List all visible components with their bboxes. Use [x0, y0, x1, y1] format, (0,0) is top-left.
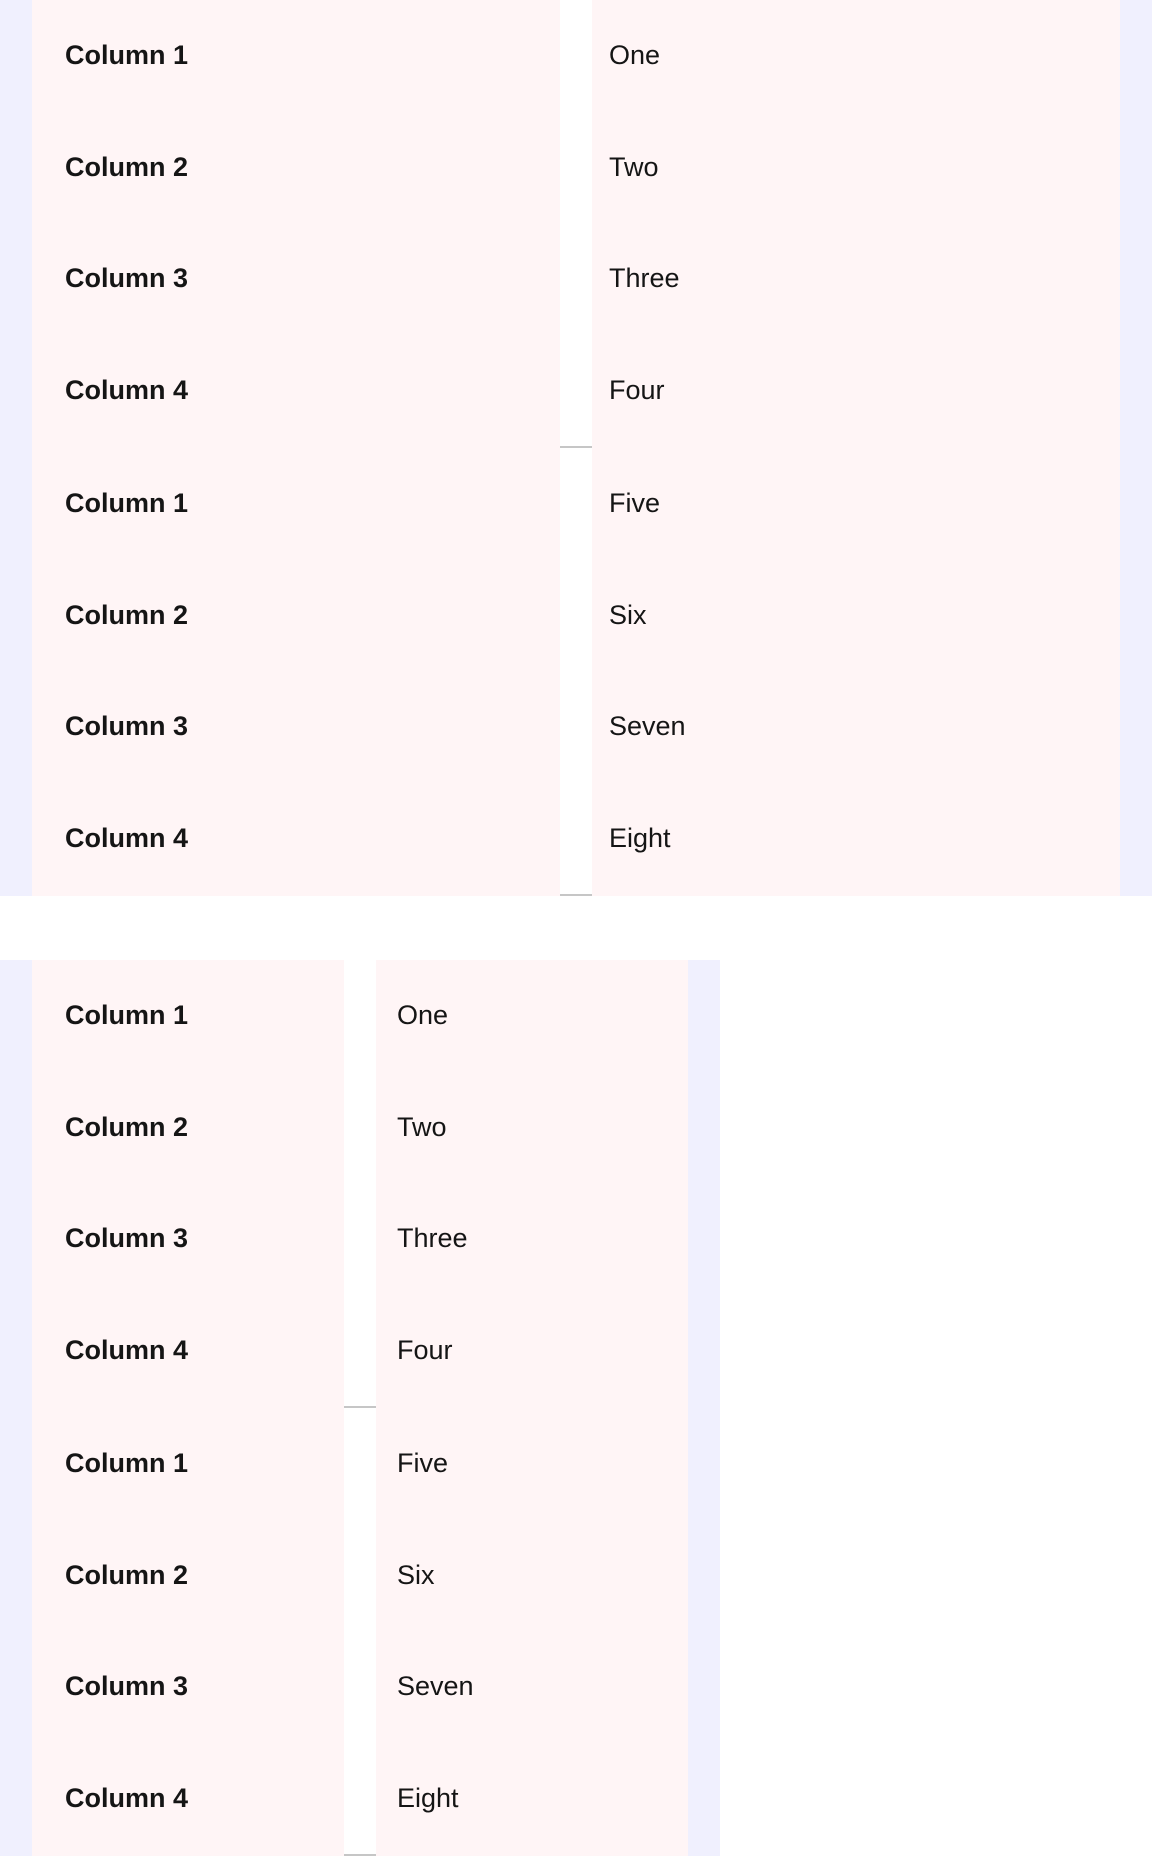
row-value: Two	[397, 1111, 447, 1142]
row-value: One	[609, 40, 661, 71]
table-row: Column 4 Eight	[32, 783, 1120, 895]
table-row: Column 3 Seven	[32, 671, 1120, 783]
table-row-group: Column 1 Five Column 2 Six Column 3 Seven C…	[32, 448, 1120, 896]
table-row: Column 3 Seven	[32, 1631, 688, 1743]
row-header: Column 4	[65, 1334, 189, 1365]
row-header: Column 4	[65, 1782, 189, 1813]
row-header: Column 3	[65, 1671, 189, 1702]
row-value: Seven	[609, 711, 686, 742]
grid-table-narrow: Column 1 One Column 2 Two Column 3 Three Co…	[0, 960, 720, 1856]
row-header: Column 4	[65, 822, 189, 853]
table-row: Column 1 One	[32, 960, 688, 1072]
row-value: Eight	[609, 822, 671, 853]
table-row: Column 2 Two	[32, 1072, 688, 1184]
table-row: Column 1 Five	[32, 1408, 688, 1520]
table-row-group: Column 1 Five Column 2 Six Column 3 Seven C…	[32, 1408, 688, 1856]
table-row: Column 1 Five	[32, 448, 1120, 560]
table-row: Column 4 Eight	[32, 1743, 688, 1855]
row-header: Column 3	[65, 263, 189, 294]
row-value: Four	[397, 1334, 453, 1365]
table-row: Column 4 Four	[32, 335, 1120, 447]
grid-table-wide: Column 1 One Column 2 Two Column 3 Three Co…	[0, 0, 1152, 896]
row-header: Column 3	[65, 1223, 189, 1254]
row-header: Column 3	[65, 711, 189, 742]
row-value: One	[397, 1000, 449, 1031]
row-value: Four	[609, 374, 665, 405]
row-value: Eight	[397, 1782, 459, 1813]
table-row: Column 3 Three	[32, 1183, 688, 1295]
row-header: Column 2	[65, 1111, 189, 1142]
row-value: Six	[397, 1559, 435, 1590]
table-row-group: Column 1 One Column 2 Two Column 3 Three Co…	[32, 0, 1120, 448]
row-header: Column 1	[65, 1448, 189, 1479]
row-value: Five	[397, 1448, 449, 1479]
row-value: Six	[609, 599, 647, 630]
row-header: Column 2	[65, 1559, 189, 1590]
row-value: Three	[609, 263, 680, 294]
table-row: Column 2 Six	[32, 1520, 688, 1632]
row-header: Column 1	[65, 1000, 189, 1031]
row-header: Column 2	[65, 151, 189, 182]
table-row-group: Column 1 One Column 2 Two Column 3 Three Co…	[32, 960, 688, 1408]
row-header: Column 4	[65, 374, 189, 405]
table-row: Column 2 Two	[32, 112, 1120, 224]
row-header: Column 2	[65, 599, 189, 630]
row-value: Five	[609, 488, 661, 519]
row-value: Two	[609, 151, 659, 182]
row-header: Column 1	[65, 40, 189, 71]
table-row: Column 4 Four	[32, 1295, 688, 1407]
table-row: Column 3 Three	[32, 223, 1120, 335]
table-row: Column 1 One	[32, 0, 1120, 112]
row-value: Three	[397, 1223, 468, 1254]
row-header: Column 1	[65, 488, 189, 519]
table-row: Column 2 Six	[32, 560, 1120, 672]
row-value: Seven	[397, 1671, 474, 1702]
